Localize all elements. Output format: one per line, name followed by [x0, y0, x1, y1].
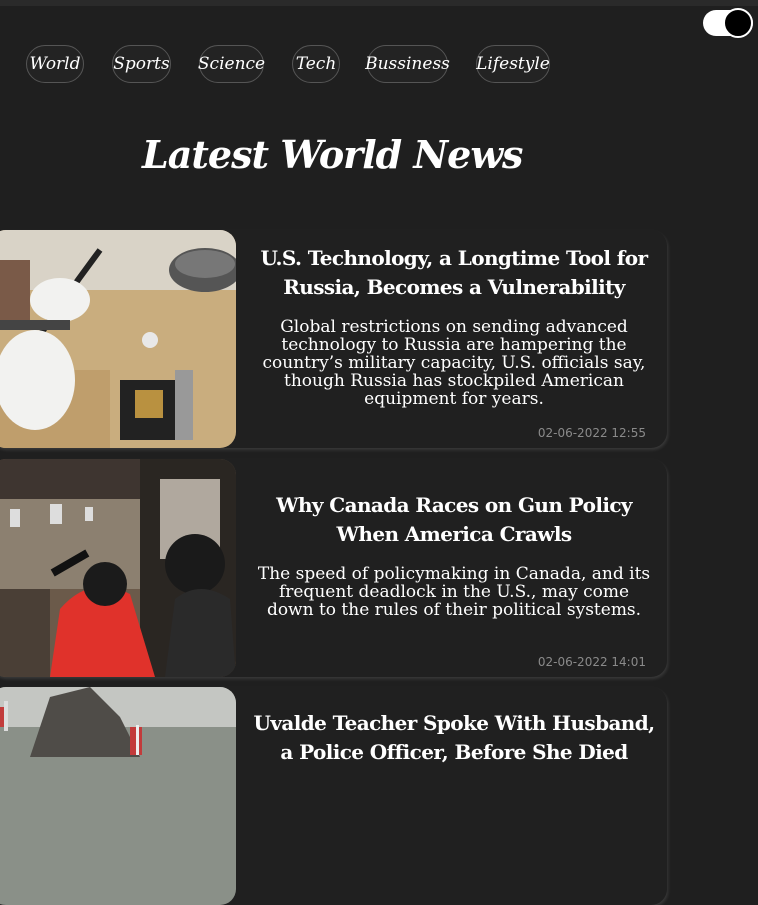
- news-card[interactable]: Why Canada Races on Gun Policy When Amer…: [0, 459, 667, 677]
- category-nav: World Sports Science Tech Bussiness Life…: [0, 45, 758, 83]
- top-bar: [0, 0, 758, 6]
- soldering-photo: [0, 230, 236, 448]
- article-title[interactable]: U.S. Technology, a Longtime Tool for Rus…: [246, 244, 662, 302]
- article-body: U.S. Technology, a Longtime Tool for Rus…: [246, 230, 662, 448]
- nav-item-tech[interactable]: Tech: [292, 45, 340, 83]
- article-image[interactable]: [0, 230, 236, 448]
- article-image[interactable]: [0, 687, 236, 905]
- article-description: The speed of policymaking in Canada, and…: [257, 564, 651, 620]
- news-card[interactable]: U.S. Technology, a Longtime Tool for Rus…: [0, 230, 667, 448]
- article-date: 02-06-2022 14:01: [537, 655, 646, 669]
- shooting-range-photo: [0, 459, 236, 677]
- article-title[interactable]: Uvalde Teacher Spoke With Husband, a Pol…: [246, 709, 662, 767]
- article-image[interactable]: [0, 459, 236, 677]
- nav-item-science[interactable]: Science: [198, 45, 265, 83]
- article-date: 02-06-2022 12:55: [537, 426, 646, 440]
- nav-item-sports[interactable]: Sports: [112, 45, 171, 83]
- theme-toggle[interactable]: [703, 8, 753, 38]
- page-heading: Latest World News: [142, 132, 523, 177]
- nav-item-business[interactable]: Bussiness: [365, 45, 450, 83]
- article-title[interactable]: Why Canada Races on Gun Policy When Amer…: [246, 491, 662, 549]
- article-body: Why Canada Races on Gun Policy When Amer…: [246, 459, 662, 677]
- article-body: Uvalde Teacher Spoke With Husband, a Pol…: [246, 687, 662, 905]
- toggle-knob[interactable]: [723, 8, 753, 38]
- flags-outdoor-photo: [0, 687, 236, 905]
- nav-item-lifestyle[interactable]: Lifestyle: [476, 45, 550, 83]
- nav-item-world[interactable]: World: [26, 45, 84, 83]
- article-description: Global restrictions on sending advanced …: [262, 317, 646, 409]
- news-card[interactable]: Uvalde Teacher Spoke With Husband, a Pol…: [0, 687, 667, 905]
